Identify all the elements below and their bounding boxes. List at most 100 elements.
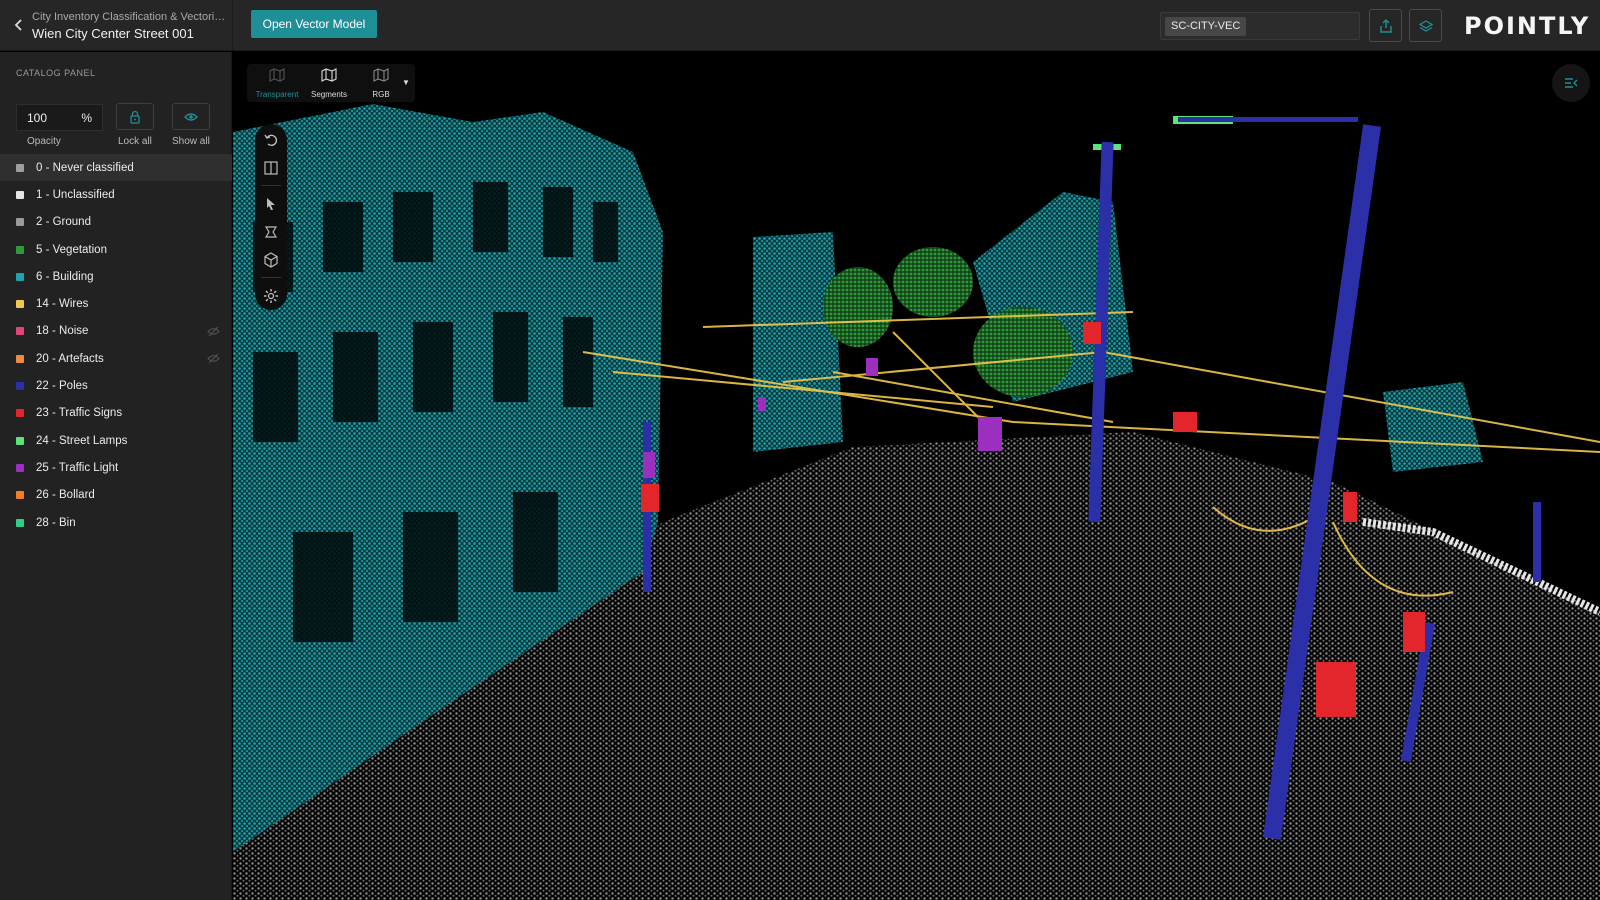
cursor-icon xyxy=(267,198,275,210)
class-label: 5 - Vegetation xyxy=(36,243,107,256)
panel-title: CATALOG PANEL xyxy=(16,68,96,78)
class-row[interactable]: 23 - Traffic Signs xyxy=(0,400,232,427)
class-color-swatch xyxy=(16,300,24,309)
class-color-swatch xyxy=(16,463,24,472)
settings-tool[interactable] xyxy=(263,288,279,304)
eye-icon xyxy=(184,112,198,121)
view-mode-switch: Transparent Segments RGB ▼ xyxy=(247,64,415,102)
class-row[interactable]: 0 - Never classified xyxy=(0,154,232,182)
class-label: 22 - Poles xyxy=(36,380,88,393)
view-mode-rgb[interactable]: RGB xyxy=(355,68,407,102)
class-row[interactable]: 20 - Artefacts xyxy=(0,345,232,372)
class-label: 2 - Ground xyxy=(36,216,91,229)
select-tool[interactable] xyxy=(263,196,279,212)
open-vector-model-button[interactable]: Open Vector Model xyxy=(251,10,377,38)
split-view-tool[interactable] xyxy=(263,160,279,176)
class-label: 26 - Bollard xyxy=(36,489,95,502)
opacity-label: Opacity xyxy=(27,136,61,147)
class-color-swatch xyxy=(16,218,24,227)
class-label: 24 - Street Lamps xyxy=(36,434,128,447)
class-color-swatch xyxy=(16,245,24,254)
class-label: 0 - Never classified xyxy=(36,161,134,174)
top-bar: City Inventory Classification & Vectoriz… xyxy=(0,0,1600,51)
share-button[interactable] xyxy=(1369,9,1402,42)
class-row[interactable]: 6 - Building xyxy=(0,263,232,290)
class-row[interactable]: 18 - Noise xyxy=(0,318,232,345)
class-row[interactable]: 5 - Vegetation xyxy=(0,236,232,263)
tool-separator xyxy=(261,185,281,186)
view-mode-segments[interactable]: Segments xyxy=(303,68,355,102)
view-mode-label: RGB xyxy=(372,90,390,99)
tree-points xyxy=(893,247,973,317)
back-arrow-icon[interactable] xyxy=(8,14,30,36)
point-cloud-scene[interactable] xyxy=(233,52,1600,900)
class-color-swatch xyxy=(16,190,24,199)
class-label: 6 - Building xyxy=(36,270,94,283)
class-color-swatch xyxy=(16,163,24,172)
gear-icon xyxy=(264,289,278,303)
class-row[interactable]: 2 - Ground xyxy=(0,209,232,236)
map-icon xyxy=(373,68,389,82)
opacity-unit: % xyxy=(81,111,92,125)
class-row[interactable]: 28 - Bin xyxy=(0,509,232,536)
pointly-logo: POINTLY xyxy=(1464,12,1591,40)
cuboid-tool[interactable] xyxy=(263,252,279,268)
lock-all-label: Lock all xyxy=(118,136,152,147)
project-title: Wien City Center Street 001 xyxy=(32,26,194,41)
collapse-menu-icon xyxy=(1565,78,1578,88)
show-all-label: Show all xyxy=(172,136,210,147)
point-cloud-viewport[interactable]: Transparent Segments RGB ▼ xyxy=(233,52,1600,900)
eye-off-icon[interactable] xyxy=(207,353,220,364)
catalog-panel: CATALOG PANEL 100 % Opacity Lock all Sho… xyxy=(0,52,232,900)
class-row[interactable]: 26 - Bollard xyxy=(0,482,232,509)
view-mode-label: Transparent xyxy=(255,90,299,99)
class-label: 1 - Unclassified xyxy=(36,188,115,201)
share-icon xyxy=(1379,18,1392,33)
class-label: 25 - Traffic Light xyxy=(36,461,119,474)
lock-icon xyxy=(130,110,140,124)
polygon-tool[interactable] xyxy=(263,224,279,240)
eye-off-icon[interactable] xyxy=(207,326,220,337)
class-label: 28 - Bin xyxy=(36,516,76,529)
show-all-button[interactable] xyxy=(172,103,210,130)
view-mode-dropdown-icon[interactable]: ▼ xyxy=(402,78,410,87)
class-label: 14 - Wires xyxy=(36,298,89,311)
project-subtitle: City Inventory Classification & Vectoriz… xyxy=(32,11,228,23)
polygon-select-icon xyxy=(264,226,278,238)
class-color-swatch xyxy=(16,518,24,527)
class-row[interactable]: 24 - Street Lamps xyxy=(0,427,232,454)
undo-icon xyxy=(264,134,278,147)
distant-building-left xyxy=(753,232,843,452)
lock-all-button[interactable] xyxy=(116,103,154,130)
class-list: 0 - Never classified 1 - Unclassified 2 - … xyxy=(0,154,232,536)
split-view-icon xyxy=(264,161,278,175)
class-label: 20 - Artefacts xyxy=(36,352,104,365)
view-mode-transparent[interactable]: Transparent xyxy=(251,68,303,102)
layers-icon xyxy=(1418,19,1433,32)
opacity-value: 100 xyxy=(27,111,48,125)
collapse-panel-button[interactable] xyxy=(1552,64,1590,102)
undo-tool[interactable] xyxy=(263,132,279,148)
layers-button[interactable] xyxy=(1409,9,1442,42)
far-right-building xyxy=(1383,382,1483,472)
class-row[interactable]: 1 - Unclassified xyxy=(0,181,232,208)
class-color-swatch xyxy=(16,409,24,418)
class-color-swatch xyxy=(16,327,24,336)
class-row[interactable]: 22 - Poles xyxy=(0,372,232,399)
class-label: 23 - Traffic Signs xyxy=(36,407,123,420)
map-icon xyxy=(321,68,337,82)
dataset-code-chip: SC-CITY-VEC xyxy=(1165,17,1247,36)
class-row[interactable]: 25 - Traffic Light xyxy=(0,454,232,481)
class-label: 18 - Noise xyxy=(36,325,89,338)
class-color-swatch xyxy=(16,382,24,391)
class-color-swatch xyxy=(16,272,24,281)
class-color-swatch xyxy=(16,436,24,445)
divider xyxy=(232,0,233,51)
class-row[interactable]: 14 - Wires xyxy=(0,290,232,317)
dataset-code-field[interactable]: SC-CITY-VEC xyxy=(1160,12,1360,40)
view-mode-label: Segments xyxy=(310,90,348,99)
tool-rail xyxy=(255,124,287,310)
opacity-input[interactable]: 100 % xyxy=(16,104,103,131)
cube-icon xyxy=(264,252,278,268)
tree-points xyxy=(973,307,1073,397)
